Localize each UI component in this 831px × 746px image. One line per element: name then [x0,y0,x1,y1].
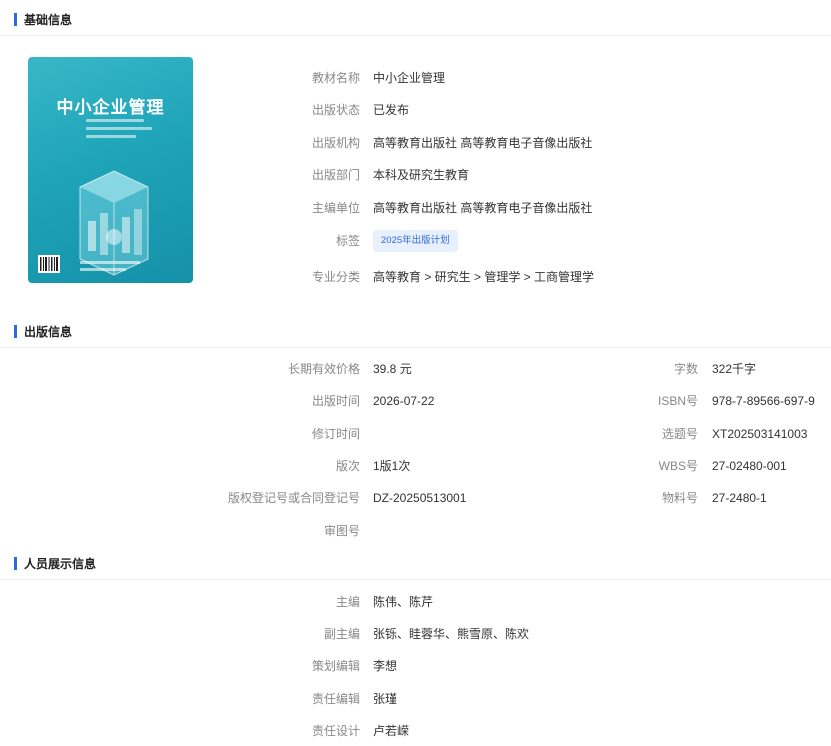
section-people-info: 人员展示信息 [0,546,831,580]
field-label: 版权登记号或合同登记号 [227,491,360,505]
field-label: 副主编 [323,627,360,641]
barcode-icon [38,255,60,273]
field-value: 1版1次 [373,459,411,473]
cover-title: 中小企业管理 [56,98,165,117]
field-value: 本科及研究生教育 [373,168,470,182]
field-value: 中小企业管理 [373,71,446,85]
field-label: 版次 [335,459,360,473]
field-label: 责任设计 [311,724,360,738]
section-accent-bar [14,557,17,570]
field-value: 高等教育出版社 高等教育电子音像出版社 [373,136,593,150]
field-label: 审图号 [323,524,360,538]
section-accent-bar [14,13,17,26]
section-publish-info: 出版信息 [0,314,831,348]
field-label: ISBN号 [657,394,698,408]
field-label: 标签 [335,234,360,248]
field-value: 27-02480-001 [712,459,787,473]
field-value: 978-7-89566-697-9 [712,394,815,408]
section-title: 基础信息 [24,13,73,27]
section-basic-info: 基础信息 [0,2,831,36]
field-label: 责任编辑 [311,692,360,706]
section-title: 人员展示信息 [24,557,97,571]
field-label: 出版时间 [311,394,360,408]
field-value: 卢若嵘 [373,724,410,738]
field-value: 高等教育出版社 高等教育电子音像出版社 [373,201,593,215]
field-label: 字数 [673,362,698,376]
section-accent-bar [14,325,17,338]
field-label: 教材名称 [311,71,360,85]
field-label: 修订时间 [311,427,360,441]
field-value: 322千字 [712,362,757,376]
field-label: 长期有效价格 [287,362,360,376]
field-value: 39.8 元 [373,362,412,376]
section-title: 出版信息 [24,325,73,339]
book-cover-image: 中小企业管理 [28,57,193,283]
field-value: 2026-07-22 [373,394,435,408]
field-label: 选题号 [661,427,698,441]
field-label: 主编 [335,595,360,609]
field-value: 已发布 [373,103,410,117]
field-label: 出版状态 [311,103,360,117]
field-value: 李想 [373,659,398,673]
field-value: 27-2480-1 [712,491,767,505]
field-value: 陈伟、陈芹 [373,595,434,609]
field-value: 张瑾 [373,692,398,706]
field-label: 主编单位 [311,201,360,215]
field-label: 专业分类 [311,270,360,284]
field-value: DZ-20250513001 [373,491,467,505]
field-label: 出版机构 [311,136,360,150]
field-label: WBS号 [658,459,698,473]
field-value: XT202503141003 [712,427,808,441]
field-label: 出版部门 [311,168,360,182]
field-label: 物料号 [661,491,698,505]
field-value: 张铄、眭蓉华、熊雪原、陈欢 [373,627,530,641]
field-value: 高等教育 > 研究生 > 管理学 > 工商管理学 [373,270,595,284]
tag-badge[interactable]: 2025年出版计划 [373,230,458,252]
field-label: 策划编辑 [311,659,360,673]
